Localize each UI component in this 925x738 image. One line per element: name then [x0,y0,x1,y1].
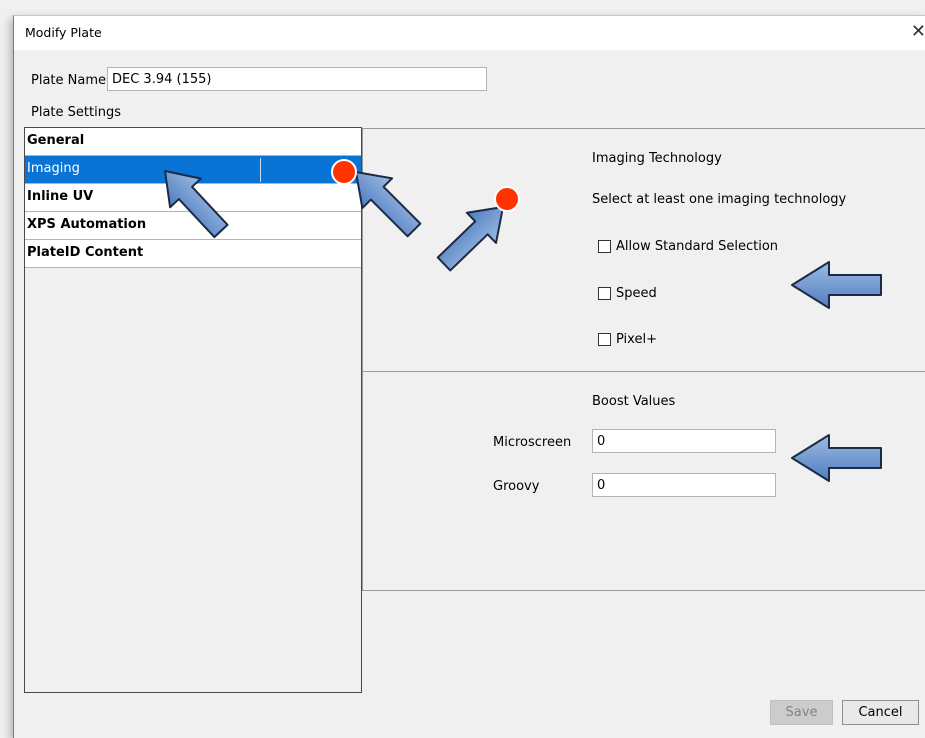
settings-item-label: XPS Automation [27,217,147,232]
settings-item-imaging[interactable]: Imaging [25,156,361,184]
groovy-input[interactable] [592,473,776,497]
pixel-plus-checkbox[interactable] [598,333,611,346]
section-divider [362,371,925,372]
settings-item-label: General [27,133,85,148]
imaging-instruction: Select at least one imaging technology [592,192,847,207]
close-icon[interactable]: ✕ [906,20,925,44]
panel-left-border [362,128,363,591]
groovy-label: Groovy [493,479,540,494]
cancel-button[interactable]: Cancel [842,700,919,725]
plate-settings-label: Plate Settings [31,105,121,120]
boost-section-bottom-border [362,590,925,591]
plate-name-input[interactable] [107,67,487,91]
title-bar: Modify Plate ✕ [14,16,925,50]
pixel-plus-label: Pixel+ [616,332,657,347]
settings-item-inline-uv[interactable]: Inline UV [25,184,361,212]
settings-item-xps-automation[interactable]: XPS Automation [25,212,361,240]
settings-item-label: Inline UV [27,189,94,204]
column-divider [260,158,261,182]
allow-standard-selection-checkbox[interactable] [598,240,611,253]
imaging-technology-heading: Imaging Technology [592,151,722,166]
boost-values-heading: Boost Values [592,394,676,409]
microscreen-input[interactable] [592,429,776,453]
microscreen-label: Microscreen [493,435,572,450]
allow-standard-selection-label: Allow Standard Selection [616,239,779,254]
speed-label: Speed [616,286,657,301]
modify-plate-dialog: Modify Plate ✕ Plate Name Plate Settings… [13,15,925,738]
imaging-section-top-border [362,128,925,129]
settings-item-plateid-content[interactable]: PlateID Content [25,240,361,268]
settings-item-label: PlateID Content [27,245,144,260]
save-button[interactable]: Save [770,700,833,725]
settings-list: General Imaging Inline UV XPS Automation… [24,127,362,693]
dialog-title: Modify Plate [25,25,102,40]
settings-item-general[interactable]: General [25,128,361,156]
settings-item-label: Imaging [27,161,80,176]
plate-name-label: Plate Name [31,73,106,88]
speed-checkbox[interactable] [598,287,611,300]
